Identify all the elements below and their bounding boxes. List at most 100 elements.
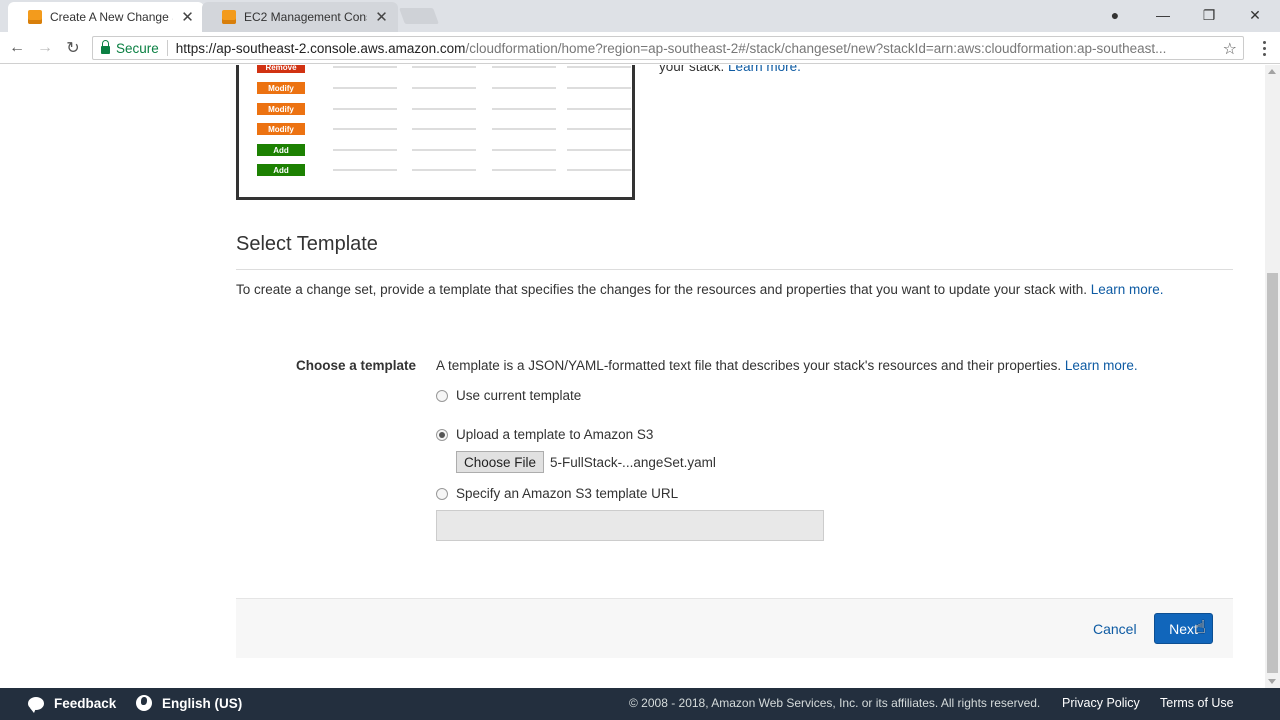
tab-create-change-set[interactable]: Create A New Change Se ✕ [8,2,204,32]
profile-icon[interactable]: ● [1093,0,1137,30]
selected-file-name: 5-FullStack-...angeSet.yaml [550,454,716,470]
learn-more-link[interactable]: Learn more. [1091,282,1164,297]
placeholder-line [333,66,397,68]
scroll-down-icon[interactable] [1268,679,1276,684]
placeholder-line [567,169,631,171]
radio-button-selected[interactable] [436,428,448,441]
url-host: https://ap-southeast-2.console.aws.amazo… [175,40,466,56]
placeholder-line [492,66,556,68]
template-description: A template is a JSON/YAML-formatted text… [436,358,1138,373]
aws-favicon-icon [222,10,236,24]
address-bar[interactable]: Secure https://ap-southeast-2.console.aw… [92,36,1244,60]
feedback-label: Feedback [54,695,117,711]
change-set-illustration: Remove Modify Modify Modify Add Add [236,65,635,200]
console-footer: Feedback English (US) © 2008 - 2018, Ama… [0,688,1280,720]
placeholder-line [567,66,631,68]
close-tab-icon[interactable]: ✕ [375,8,388,26]
new-tab-button[interactable] [399,8,439,24]
placeholder-line [412,108,476,110]
close-tab-icon[interactable]: ✕ [181,8,194,26]
placeholder-line [412,128,476,130]
scroll-thumb[interactable] [1267,273,1278,673]
learn-more-link[interactable]: Learn more. [1065,358,1138,373]
scroll-up-icon[interactable] [1268,69,1276,74]
reload-icon[interactable]: ↻ [60,36,86,60]
side-note-text: your stack. [659,65,725,74]
placeholder-line [492,128,556,130]
tab-title: Create A New Change Se [50,10,173,24]
illustration-row: Modify [257,82,631,94]
placeholder-line [333,169,397,171]
section-title: Select Template [236,233,378,255]
option-label: Upload a template to Amazon S3 [456,427,654,442]
placeholder-line [412,66,476,68]
section-intro: To create a change set, provide a templa… [236,282,1164,297]
language-selector[interactable]: English (US) [136,688,242,718]
illustration-row: Modify [257,123,631,135]
browser-menu-icon[interactable] [1254,36,1274,60]
divider [166,40,168,56]
tab-title: EC2 Management Consol [244,10,367,24]
choose-file-button[interactable]: Choose File [456,451,545,473]
globe-icon [136,695,152,711]
template-description-text: A template is a JSON/YAML-formatted text… [436,358,1062,373]
option-specify-s3-url[interactable]: Specify an Amazon S3 template URL [436,486,678,501]
side-note: your stack. Learn more. [659,65,801,74]
browser-tab-strip: Create A New Change Se ✕ EC2 Management … [0,0,1280,32]
illustration-badge: Modify [257,103,305,115]
url-path: /cloudformation/home?region=ap-southeast… [465,40,1167,56]
illustration-badge: Modify [257,123,305,135]
learn-more-link[interactable]: Learn more. [728,65,801,74]
forward-icon[interactable]: → [32,36,58,60]
illustration-row: Modify [257,103,631,115]
illustration-row: Add [257,164,631,176]
placeholder-line [333,108,397,110]
illustration-badge: Add [257,164,305,176]
placeholder-line [333,87,397,89]
page-scrollbar[interactable] [1265,65,1280,688]
close-window-icon[interactable]: ✕ [1233,0,1277,30]
section-divider [236,269,1233,270]
aws-favicon-icon [28,10,42,24]
placeholder-line [492,108,556,110]
radio-button[interactable] [436,389,448,402]
option-label: Use current template [456,388,582,403]
hand-cursor-icon: ☝ [1195,617,1206,637]
terms-of-use-link[interactable]: Terms of Use [1160,688,1234,718]
placeholder-line [567,108,631,110]
placeholder-line [492,149,556,151]
illustration-badge: Add [257,144,305,156]
option-label: Specify an Amazon S3 template URL [456,486,679,501]
illustration-row: Remove [257,65,631,73]
feedback-link[interactable]: Feedback [28,688,116,718]
back-icon[interactable]: ← [4,36,30,60]
placeholder-line [412,169,476,171]
placeholder-line [492,87,556,89]
copyright-text: © 2008 - 2018, Amazon Web Services, Inc.… [629,696,1041,710]
placeholder-line [333,128,397,130]
placeholder-line [492,169,556,171]
minimize-window-icon[interactable]: — [1141,0,1185,30]
intro-text: To create a change set, provide a templa… [236,282,1087,297]
radio-button[interactable] [436,487,448,500]
placeholder-line [412,87,476,89]
tab-ec2-management-console[interactable]: EC2 Management Consol ✕ [202,2,398,32]
illustration-badge: Remove [257,65,305,73]
page-content: Remove Modify Modify Modify Add Add your… [0,65,1265,688]
s3-template-url-input[interactable] [436,510,824,541]
maximize-window-icon[interactable]: ❐ [1187,0,1231,30]
speech-bubble-icon [28,696,44,713]
illustration-row: Add [257,144,631,156]
privacy-policy-link[interactable]: Privacy Policy [1062,688,1140,718]
placeholder-line [567,149,631,151]
placeholder-line [567,87,631,89]
option-upload-template-s3[interactable]: Upload a template to Amazon S3 [436,427,653,442]
bookmark-star-icon[interactable]: ☆ [1220,39,1237,59]
option-use-current-template[interactable]: Use current template [436,388,581,403]
placeholder-line [333,149,397,151]
illustration-badge: Modify [257,82,305,94]
file-upload: Choose File 5-FullStack-...angeSet.yaml [456,451,716,473]
placeholder-line [567,128,631,130]
action-bar [236,598,1233,658]
cancel-button[interactable]: Cancel [1093,621,1137,637]
